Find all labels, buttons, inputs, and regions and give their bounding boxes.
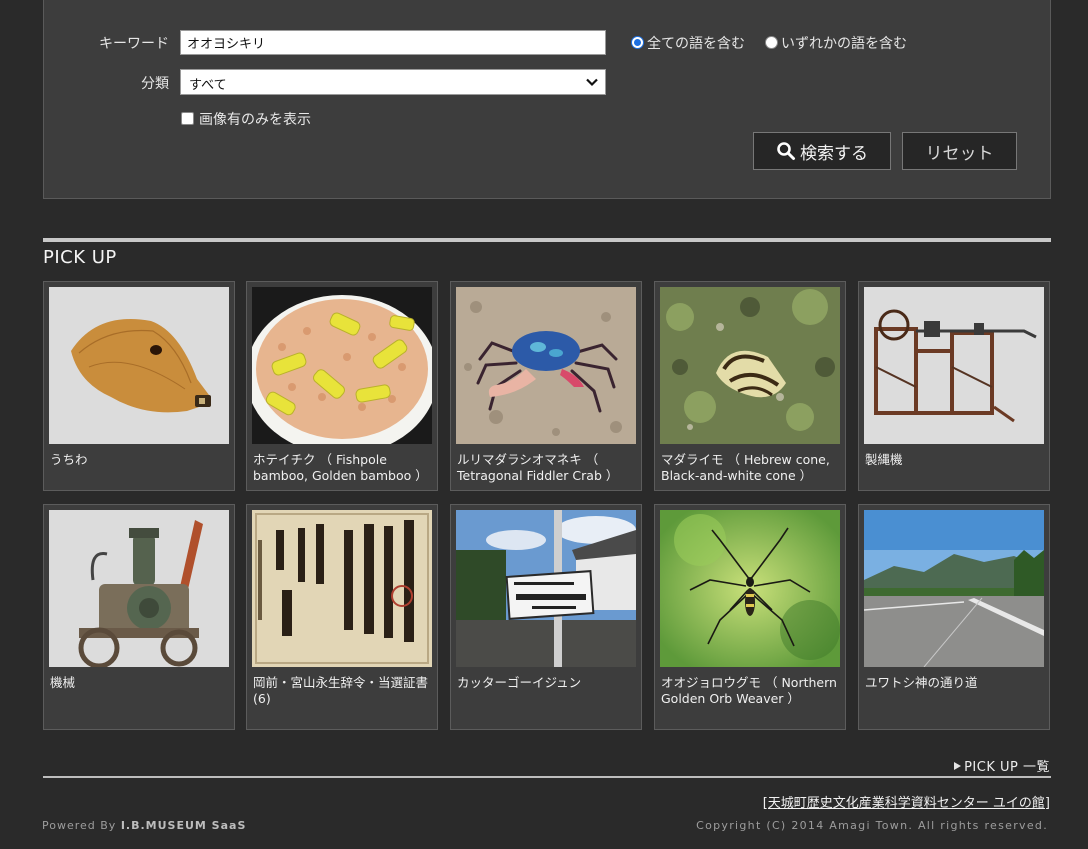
pickup-list-link[interactable]: PICK UP 一覧 bbox=[954, 756, 1050, 775]
powered-by: Powered By I.B.MUSEUM SaaS bbox=[42, 819, 246, 832]
category-select[interactable]: すべて bbox=[180, 69, 606, 95]
pickup-caption[interactable]: 機械 bbox=[50, 675, 230, 691]
chevron-down-icon bbox=[586, 78, 598, 87]
match-any-radio-option[interactable]: いずれかの語を含む bbox=[765, 33, 907, 53]
powered-by-prefix: Powered By bbox=[42, 819, 117, 832]
rope-machine-image[interactable] bbox=[864, 287, 1044, 444]
match-all-label: 全ての語を含む bbox=[647, 36, 745, 52]
reset-button-label: リセット bbox=[925, 143, 994, 164]
search-button[interactable]: 検索する bbox=[753, 132, 891, 170]
shell-image[interactable] bbox=[660, 287, 840, 444]
pickup-divider bbox=[43, 238, 1051, 242]
category-selected-value: すべて bbox=[189, 78, 227, 93]
pickup-list-link-label: PICK UP 一覧 bbox=[964, 760, 1050, 775]
pickup-caption[interactable]: オオジョロウグモ （ Northern Golden Orb Weaver ） bbox=[661, 675, 841, 707]
pickup-caption[interactable]: ユワトシ神の通り道 bbox=[865, 675, 1045, 691]
pickup-caption[interactable]: カッターゴーイジュン bbox=[457, 675, 637, 691]
pickup-caption[interactable]: 製縄機 bbox=[865, 452, 1045, 468]
match-any-label: いずれかの語を含む bbox=[781, 36, 907, 52]
pickup-card-spider[interactable]: オオジョロウグモ （ Northern Golden Orb Weaver ） bbox=[654, 504, 846, 730]
powered-by-brand: I.B.MUSEUM SaaS bbox=[120, 819, 247, 832]
category-label: 分類 bbox=[141, 76, 169, 92]
match-all-radio-option[interactable]: 全ての語を含む bbox=[631, 33, 745, 53]
pickup-card-certificate[interactable]: 岡前・宮山永生辞令・当選証書(6) bbox=[246, 504, 438, 730]
pickup-caption[interactable]: ルリマダラシオマネキ （ Tetragonal Fiddler Crab ） bbox=[457, 452, 637, 484]
copyright-text: Copyright (C) 2014 Amagi Town. All right… bbox=[696, 819, 1048, 832]
pickup-card-bamboo[interactable]: ホテイチク （ Fishpole bamboo, Golden bamboo ） bbox=[246, 281, 438, 491]
pickup-caption[interactable]: 岡前・宮山永生辞令・当選証書(6) bbox=[253, 675, 433, 707]
triangle-right-icon bbox=[954, 762, 962, 770]
pickup-card-crab[interactable]: ルリマダラシオマネキ （ Tetragonal Fiddler Crab ） bbox=[450, 281, 642, 491]
spider-image[interactable] bbox=[660, 510, 840, 667]
keyword-label: キーワード bbox=[99, 36, 169, 52]
document-image[interactable] bbox=[252, 510, 432, 667]
keyword-input[interactable] bbox=[180, 30, 606, 55]
pickup-card-cone-shell[interactable]: マダライモ （ Hebrew cone, Black-and-white con… bbox=[654, 281, 846, 491]
pickup-caption[interactable]: ホテイチク （ Fishpole bamboo, Golden bamboo ） bbox=[253, 452, 433, 484]
pickup-card-fan[interactable]: うちわ bbox=[43, 281, 235, 491]
search-panel: キーワード 全ての語を含む いずれかの語を含む 分類 すべて 画像有のみを表示 … bbox=[43, 0, 1051, 199]
image-only-option[interactable]: 画像有のみを表示 bbox=[181, 109, 311, 129]
crab-image[interactable] bbox=[456, 287, 636, 444]
engine-machine-image[interactable] bbox=[49, 510, 229, 667]
pickup-title: PICK UP bbox=[43, 247, 117, 268]
image-only-label: 画像有のみを表示 bbox=[199, 112, 311, 128]
pickup-card-machine[interactable]: 機械 bbox=[43, 504, 235, 730]
search-icon bbox=[777, 142, 795, 160]
reset-button[interactable]: リセット bbox=[902, 132, 1017, 170]
pickup-card-rope-machine[interactable]: 製縄機 bbox=[858, 281, 1050, 491]
footer-divider bbox=[43, 776, 1051, 778]
museum-center-link[interactable]: [天城町歴史文化産業科学資料センター ユイの館] bbox=[763, 792, 1050, 811]
image-only-checkbox[interactable] bbox=[181, 112, 194, 125]
pickup-card-road[interactable]: ユワトシ神の通り道 bbox=[858, 504, 1050, 730]
match-all-radio[interactable] bbox=[631, 36, 644, 49]
fan-image[interactable] bbox=[49, 287, 229, 444]
signboard-image[interactable] bbox=[456, 510, 636, 667]
rice-bowl-image[interactable] bbox=[252, 287, 432, 444]
pickup-caption[interactable]: うちわ bbox=[50, 452, 230, 468]
pickup-caption[interactable]: マダライモ （ Hebrew cone, Black-and-white con… bbox=[661, 452, 841, 484]
road-image[interactable] bbox=[864, 510, 1044, 667]
pickup-card-signboard[interactable]: カッターゴーイジュン bbox=[450, 504, 642, 730]
search-button-label: 検索する bbox=[800, 143, 868, 164]
match-any-radio[interactable] bbox=[765, 36, 778, 49]
